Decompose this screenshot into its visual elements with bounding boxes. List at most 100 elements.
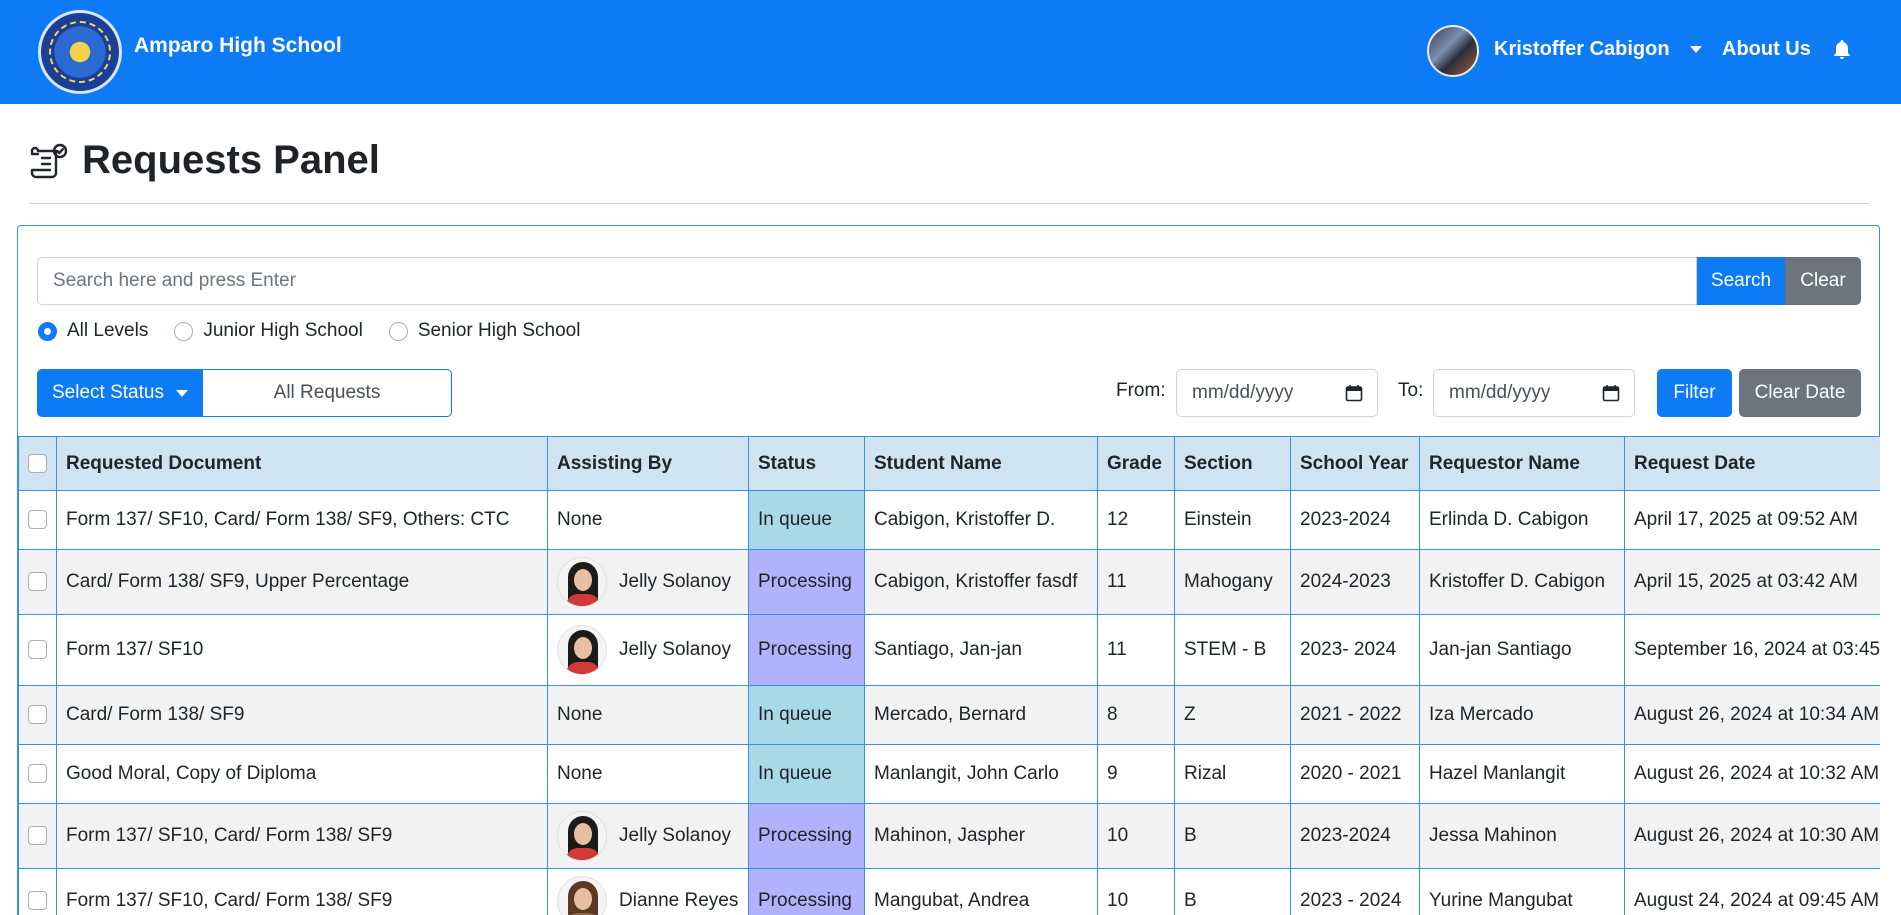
filter-button[interactable]: Filter [1657,369,1732,417]
requested-document-cell: Card/ Form 138/ SF9, Upper Percentage [56,549,548,615]
column-header[interactable]: Requested Document [56,436,548,491]
row-select-cell [18,803,57,869]
top-navbar: Amparo High School Kristoffer Cabigon Ab… [0,0,1901,104]
status-filter-value: All Requests [202,369,452,417]
to-date-input[interactable]: mm/dd/yyyy [1433,369,1635,417]
column-header[interactable]: Grade [1097,436,1175,491]
row-checkbox[interactable] [28,705,47,725]
row-checkbox[interactable] [28,826,47,846]
search-input[interactable] [37,257,1697,305]
column-header[interactable]: Section [1174,436,1291,491]
radio-label: All Levels [67,320,149,341]
row-select-cell [18,549,57,615]
column-header[interactable]: Student Name [864,436,1098,491]
chevron-down-icon [175,389,188,397]
radio-junior-high[interactable]: Junior High School [174,320,363,342]
column-header[interactable]: Assisting By [547,436,749,491]
request-date-cell: August 26, 2024 at 10:32 AM [1624,744,1880,804]
section-cell: Rizal [1174,744,1291,804]
requestor-name-cell: Erlinda D. Cabigon [1419,490,1625,550]
table-header-row: Requested Document Assisting By Status S… [18,436,1880,491]
clear-search-button[interactable]: Clear [1785,257,1861,305]
select-all-checkbox[interactable] [28,453,47,473]
calendar-icon[interactable] [1345,384,1363,402]
radio-label: Junior High School [203,320,363,341]
student-name-cell: Cabigon, Kristoffer D. [864,490,1098,550]
grade-cell: 8 [1097,685,1175,745]
status-cell: Processing [748,868,865,915]
table-row[interactable]: Good Moral, Copy of Diploma None In queu… [18,744,1880,804]
select-status-dropdown[interactable]: Select Status [37,369,202,417]
assisting-by-cell: Jelly Solanoy [547,614,749,686]
status-cell: Processing [748,614,865,686]
request-date-cell: August 26, 2024 at 10:34 AM [1624,685,1880,745]
assistant-name: Jelly Solanoy [619,825,731,846]
from-date-input[interactable]: mm/dd/yyyy [1176,369,1378,417]
school-year-cell: 2023 - 2024 [1290,868,1420,915]
requestor-name-cell: Jessa Mahinon [1419,803,1625,869]
about-us-link[interactable]: About Us [1722,38,1811,61]
row-select-cell [18,744,57,804]
calendar-icon[interactable] [1602,384,1620,402]
search-button[interactable]: Search [1697,257,1785,305]
radio-label: Senior High School [417,320,581,341]
select-status-label: Select Status [52,382,164,403]
assistant-avatar [557,557,607,607]
student-name-cell: Mangubat, Andrea [864,868,1098,915]
from-date-value: mm/dd/yyyy [1192,382,1294,403]
assistant-avatar [557,625,607,675]
section-cell: STEM - B [1174,614,1291,686]
school-year-cell: 2023-2024 [1290,490,1420,550]
chevron-down-icon[interactable] [1690,46,1702,53]
column-header[interactable]: Requestor Name [1419,436,1625,491]
requestor-name-cell: Hazel Manlangit [1419,744,1625,804]
radio-button[interactable] [38,321,57,341]
user-menu-toggle[interactable]: Kristoffer Cabigon [1494,38,1670,61]
grade-cell: 9 [1097,744,1175,804]
table-row[interactable]: Form 137/ SF10, Card/ Form 138/ SF9 Dian… [18,868,1880,915]
brand-name[interactable]: Amparo High School [134,34,342,58]
row-checkbox[interactable] [28,764,47,784]
grade-cell: 11 [1097,614,1175,686]
radio-all-levels[interactable]: All Levels [38,320,148,342]
row-checkbox[interactable] [28,891,47,911]
assisting-by-cell: Jelly Solanoy [547,803,749,869]
table-row[interactable]: Form 137/ SF10 Jelly Solanoy Processing … [18,614,1880,686]
clear-date-button[interactable]: Clear Date [1739,369,1861,417]
school-year-cell: 2024-2023 [1290,549,1420,615]
student-name-cell: Cabigon, Kristoffer fasdf [864,549,1098,615]
grade-cell: 11 [1097,549,1175,615]
row-checkbox[interactable] [28,572,47,592]
page-title: Requests Panel [82,138,380,182]
requestor-name-cell: Yurine Mangubat [1419,868,1625,915]
assistant-name: Jelly Solanoy [619,571,731,592]
row-select-cell [18,685,57,745]
row-checkbox[interactable] [28,510,47,530]
request-date-cell: August 26, 2024 at 10:30 AM [1624,803,1880,869]
table-row[interactable]: Card/ Form 138/ SF9 None In queue Mercad… [18,685,1880,745]
student-name-cell: Mercado, Bernard [864,685,1098,745]
column-header[interactable]: Status [748,436,865,491]
table-row[interactable]: Form 137/ SF10, Card/ Form 138/ SF9, Oth… [18,490,1880,550]
table-row[interactable]: Form 137/ SF10, Card/ Form 138/ SF9 Jell… [18,803,1880,869]
requested-document-cell: Card/ Form 138/ SF9 [56,685,548,745]
row-select-cell [18,490,57,550]
school-year-cell: 2023- 2024 [1290,614,1420,686]
section-cell: Einstein [1174,490,1291,550]
column-header[interactable]: School Year [1290,436,1420,491]
column-header[interactable]: Request Date [1624,436,1880,491]
assistant-name: Dianne Reyes [619,890,739,911]
radio-button[interactable] [174,321,194,341]
user-avatar[interactable] [1427,25,1479,77]
radio-button[interactable] [388,321,408,341]
grade-cell: 10 [1097,803,1175,869]
row-checkbox[interactable] [28,640,47,660]
table-row[interactable]: Card/ Form 138/ SF9, Upper Percentage Je… [18,549,1880,615]
from-label: From: [1116,380,1166,401]
section-cell: Z [1174,685,1291,745]
assistant-avatar [557,811,607,861]
assisting-by-cell: None [547,744,749,804]
school-seal-icon[interactable] [38,10,122,94]
radio-senior-high[interactable]: Senior High School [388,320,581,342]
bell-icon[interactable] [1830,38,1854,62]
